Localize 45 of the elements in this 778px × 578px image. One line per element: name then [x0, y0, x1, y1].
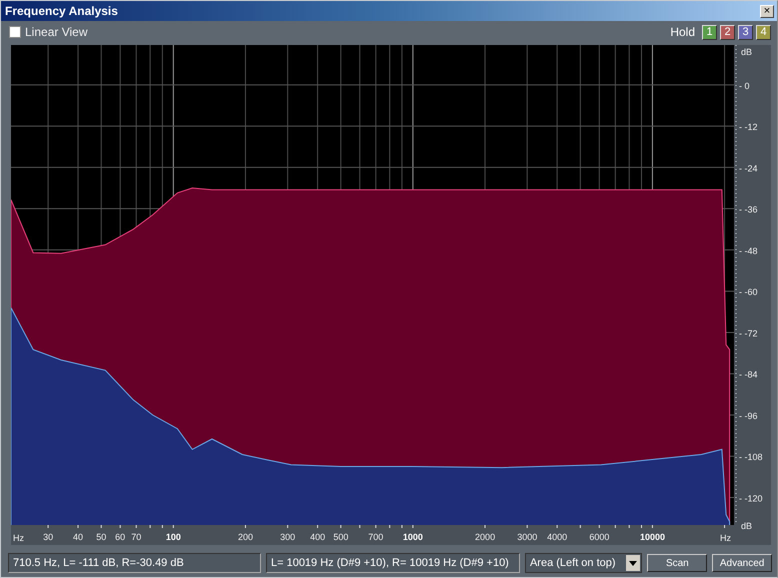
- tick-label: 100: [166, 532, 181, 542]
- tick-label: 300: [280, 532, 296, 542]
- tick-label: 50: [96, 532, 106, 542]
- tick-label: 500: [333, 532, 348, 542]
- axis-unit: dB: [741, 47, 752, 57]
- cursor-readout: 710.5 Hz, L= -111 dB, R=-30.49 dB: [8, 553, 261, 573]
- tick-label: 30: [43, 532, 54, 542]
- tick-label: - 0: [739, 80, 750, 91]
- tick-label: - -120: [739, 494, 763, 504]
- tick-label: 4000: [547, 532, 568, 542]
- hold-label: Hold: [670, 25, 695, 39]
- tick-label: 40: [73, 532, 84, 542]
- axis-unit: Hz: [13, 533, 24, 543]
- axis-unit: Hz: [720, 533, 731, 543]
- tick-label: - -12: [739, 122, 758, 132]
- tick-label: 1000: [402, 532, 423, 542]
- tick-label: - -72: [739, 328, 758, 338]
- tick-label: - -24: [739, 163, 758, 174]
- linear-view-checkbox[interactable]: Linear View: [9, 25, 668, 39]
- axis-unit: dB: [741, 521, 752, 531]
- tick-label: 6000: [589, 532, 610, 542]
- tick-label: 200: [238, 532, 253, 542]
- tick-label: 700: [368, 532, 384, 542]
- action-button[interactable]: Scan: [647, 554, 708, 572]
- hold-slot-button[interactable]: 2: [720, 24, 735, 40]
- hold-slot-button[interactable]: 3: [738, 24, 753, 40]
- tick-label: 3000: [517, 532, 538, 542]
- tick-label: 400: [310, 532, 326, 542]
- close-button[interactable]: ×: [760, 4, 774, 18]
- tick-label: 10000: [640, 532, 666, 542]
- tick-label: 2000: [475, 532, 496, 542]
- peak-readout: L= 10019 Hz (D#9 +10), R= 10019 Hz (D#9 +10): [266, 553, 520, 573]
- hold-slot-button[interactable]: 4: [756, 24, 771, 40]
- tick-label: - -36: [739, 204, 758, 215]
- hold-slot-button[interactable]: 1: [702, 24, 717, 40]
- tick-label: 60: [115, 532, 126, 542]
- tick-label: - -108: [739, 452, 763, 462]
- tick-label: - -96: [739, 410, 758, 421]
- tick-label: - -60: [739, 287, 758, 298]
- tick-label: - -48: [739, 246, 758, 256]
- window-title: Frequency Analysis: [5, 4, 118, 18]
- tick-label: - -84: [739, 370, 758, 380]
- tick-label: 70: [131, 532, 142, 542]
- view-mode-dropdown[interactable]: Area (Left on top): [524, 553, 642, 573]
- action-button[interactable]: Advanced: [712, 554, 772, 572]
